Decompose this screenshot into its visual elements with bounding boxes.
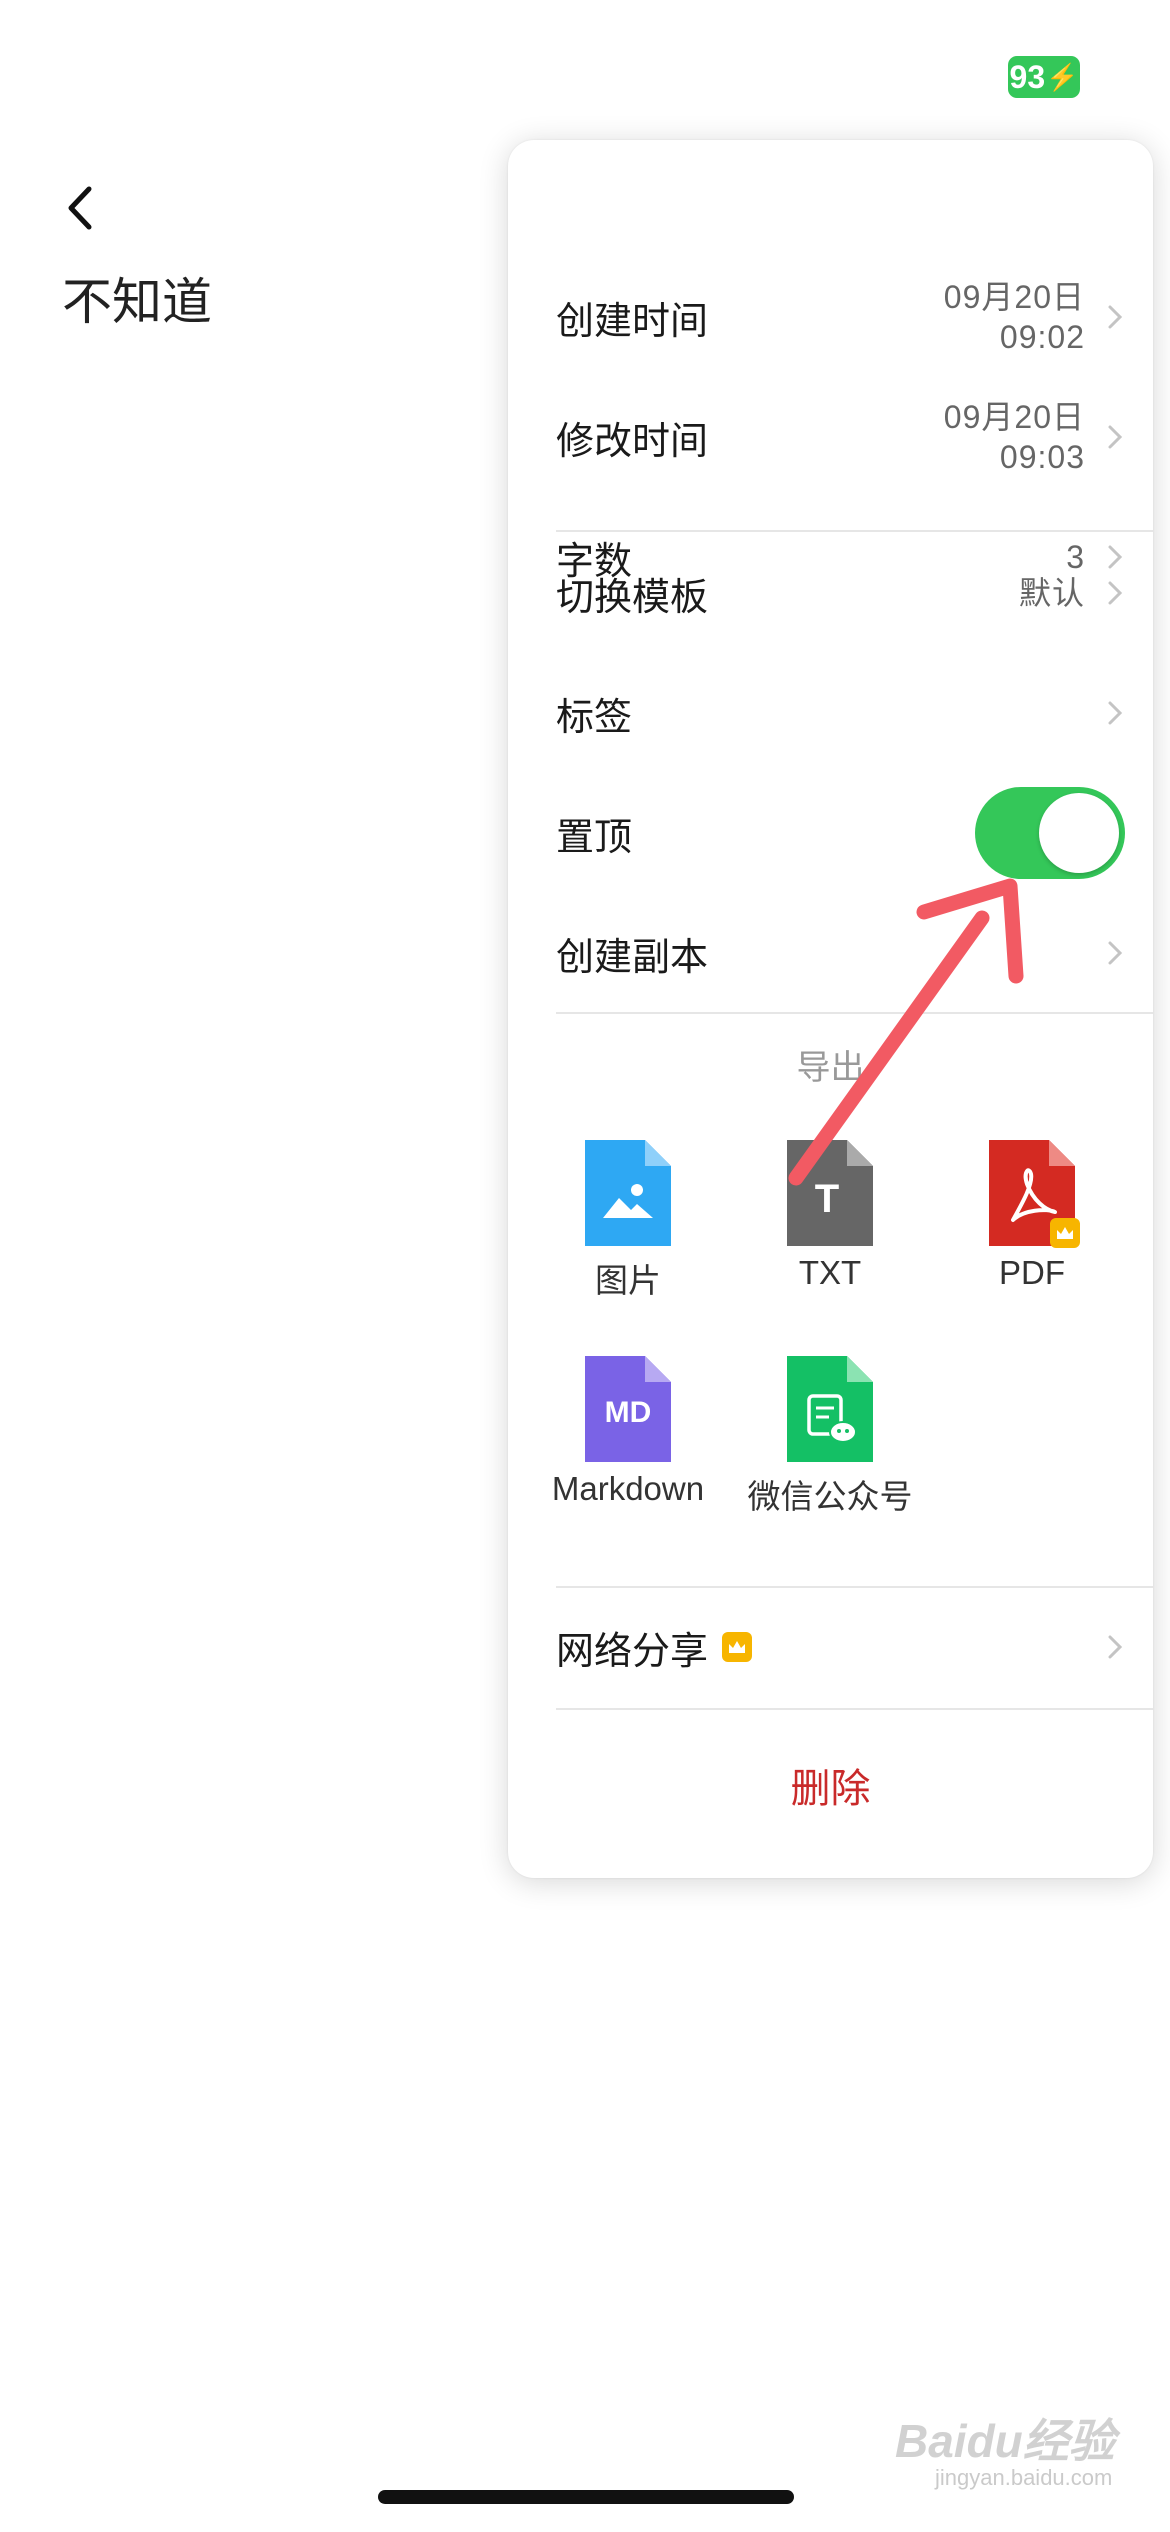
web-share-row[interactable]: 网络分享	[556, 1592, 1153, 1702]
created-time-label: 创建时间	[556, 298, 709, 343]
delete-button[interactable]: 删除	[508, 1730, 1153, 1840]
note-options-menu: 创建时间 09月20日 09:02 修改时间 09月20日 09:03 字数 3…	[508, 140, 1153, 1878]
duplicate-label: 创建副本	[556, 934, 709, 979]
tags-label: 标签	[556, 694, 633, 739]
export-wechat-button[interactable]: 微信公众号	[730, 1356, 930, 1518]
web-share-label: 网络分享	[556, 1628, 709, 1673]
modified-time-row[interactable]: 修改时间 09月20日 09:03	[556, 382, 1153, 492]
pin-label: 置顶	[556, 814, 633, 859]
modified-time-value: 09月20日 09:03	[944, 397, 1085, 477]
divider	[556, 1586, 1153, 1588]
charging-bolt-icon: ⚡	[1046, 61, 1079, 92]
back-button[interactable]	[58, 180, 102, 236]
divider	[556, 1708, 1153, 1710]
switch-template-label: 切换模板	[556, 574, 709, 619]
export-wechat-label: 微信公众号	[747, 1478, 913, 1515]
toggle-knob	[1039, 793, 1119, 873]
export-pdf-button[interactable]: PDF	[932, 1140, 1132, 1292]
modified-time-label: 修改时间	[556, 418, 709, 463]
premium-crown-icon	[722, 1632, 753, 1662]
divider	[556, 530, 1153, 532]
svg-text:T: T	[815, 1177, 839, 1221]
export-markdown-label: Markdown	[551, 1470, 705, 1507]
template-value: 默认	[1018, 575, 1085, 611]
chevron-right-icon	[1108, 701, 1123, 725]
switch-template-row[interactable]: 切换模板 默认	[556, 538, 1153, 648]
chevron-right-icon	[1108, 1635, 1123, 1659]
created-date: 09月20日	[943, 279, 1085, 315]
export-markdown-button[interactable]: MD Markdown	[528, 1356, 728, 1508]
premium-crown-icon	[1050, 1218, 1080, 1248]
baidu-watermark: Baidu经验	[895, 2415, 1115, 2467]
battery-indicator: 93 ⚡	[1008, 56, 1080, 98]
export-txt-label: TXT	[798, 1254, 862, 1291]
txt-file-icon: T	[787, 1140, 873, 1246]
export-image-button[interactable]: 图片	[528, 1140, 728, 1302]
wechat-file-icon	[787, 1356, 873, 1462]
created-time-value: 09月20日 09:02	[944, 277, 1085, 357]
created-time-row[interactable]: 创建时间 09月20日 09:02	[556, 262, 1153, 372]
divider	[556, 1012, 1153, 1014]
modified-time: 09:03	[999, 439, 1085, 475]
chevron-right-icon	[1108, 941, 1123, 965]
home-indicator[interactable]	[378, 2490, 794, 2504]
export-image-label: 图片	[595, 1262, 661, 1299]
note-title: 不知道	[62, 273, 212, 331]
export-section-title: 导出	[796, 1048, 865, 1088]
markdown-file-icon: MD	[585, 1356, 671, 1462]
svg-text:MD: MD	[605, 1396, 652, 1429]
export-pdf-label: PDF	[999, 1254, 1065, 1291]
modified-date: 09月20日	[943, 399, 1085, 435]
chevron-right-icon	[1108, 581, 1123, 605]
pin-row: 置顶	[556, 778, 1153, 888]
export-txt-button[interactable]: T TXT	[730, 1140, 930, 1292]
chevron-right-icon	[1108, 305, 1123, 329]
chevron-right-icon	[1108, 425, 1123, 449]
watermark-url: jingyan.baidu.com	[935, 2465, 1113, 2490]
pin-toggle[interactable]	[975, 787, 1125, 879]
battery-level: 93	[1009, 58, 1046, 95]
chevron-left-icon	[68, 186, 92, 230]
created-time: 09:02	[999, 319, 1085, 355]
image-file-icon	[585, 1140, 671, 1246]
duplicate-row[interactable]: 创建副本	[556, 898, 1153, 1008]
tags-row[interactable]: 标签	[556, 658, 1153, 768]
